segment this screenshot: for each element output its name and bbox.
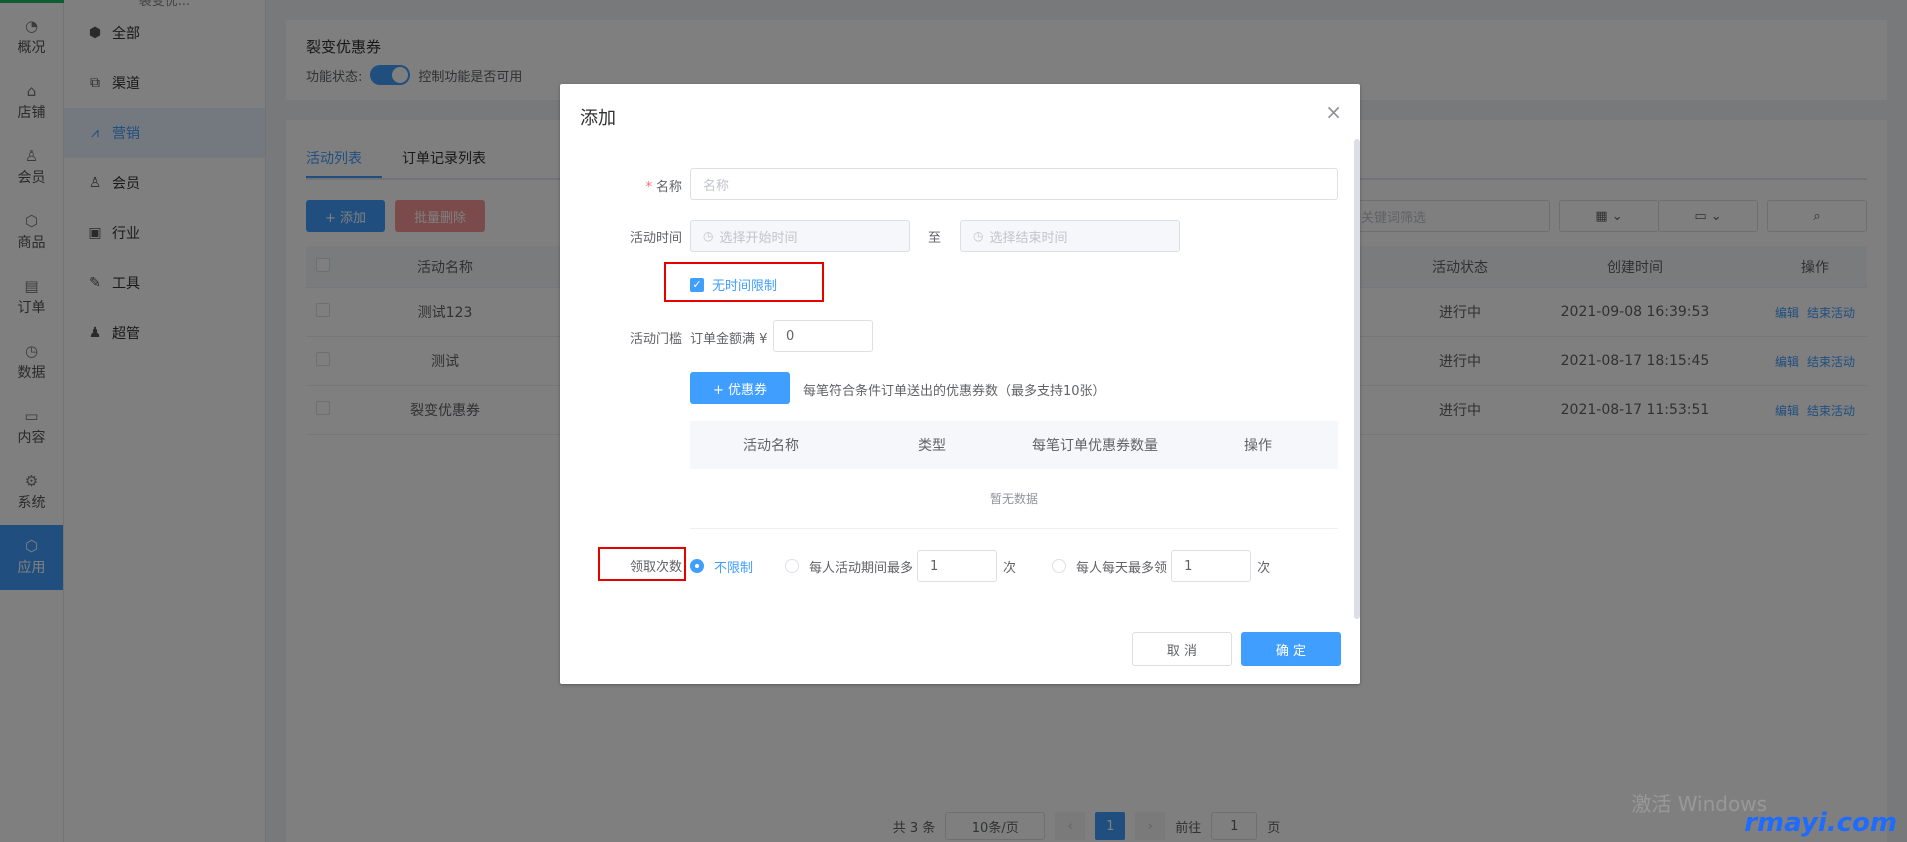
- radio-unlimited[interactable]: [690, 559, 704, 573]
- to-label: 至: [928, 231, 942, 246]
- coupon-table: 活动名称 类型 每笔订单优惠券数量 操作 暂无数据: [690, 421, 1338, 529]
- coupon-table-header: 活动名称 类型 每笔订单优惠券数量 操作: [690, 421, 1338, 469]
- clock-icon: ◷: [703, 229, 714, 243]
- confirm-button[interactable]: 确 定: [1241, 632, 1341, 666]
- dialog-scrollbar[interactable]: [1354, 139, 1360, 619]
- limit-radio-group: 不限制 每人活动期间最多 1 次 每人每天最多领 1 次: [690, 550, 1270, 582]
- add-dialog: 添加 × * 名称 名称 活动时间 ◷ 选择开始时间 至 ◷ 选择结束时间 ✓ 无时间…: [560, 84, 1360, 684]
- radio-per-day-label: 每人每天最多领: [1076, 560, 1168, 576]
- radio-per-day[interactable]: [1052, 559, 1067, 573]
- end-time-input[interactable]: ◷ 选择结束时间: [960, 220, 1180, 252]
- coupon-table-empty: 暂无数据: [690, 469, 1338, 529]
- name-label: * 名称: [645, 180, 682, 195]
- per-day-unit: 次: [1257, 560, 1271, 576]
- time-label: 活动时间: [629, 231, 682, 246]
- clock-icon: ◷: [973, 229, 984, 243]
- dialog-title: 添加: [580, 108, 616, 129]
- per-activity-input[interactable]: 1: [917, 550, 998, 582]
- checkmark-icon: ✓: [690, 277, 704, 292]
- threshold-input[interactable]: 0: [773, 320, 873, 352]
- threshold-label: 活动门槛: [629, 332, 682, 347]
- per-activity-unit: 次: [1003, 560, 1017, 576]
- name-input[interactable]: 名称: [690, 168, 1338, 200]
- cancel-button[interactable]: 取 消: [1132, 632, 1232, 666]
- radio-unlimited-label: 不限制: [714, 560, 754, 576]
- add-coupon-button[interactable]: + 优惠券: [690, 372, 790, 404]
- per-day-input[interactable]: 1: [1171, 550, 1252, 582]
- coupon-hint: 每笔符合条件订单送出的优惠券数（最多支持10张）: [803, 384, 1106, 399]
- radio-per-activity-label: 每人活动期间最多: [809, 560, 914, 576]
- no-time-limit-checkbox[interactable]: ✓ 无时间限制: [690, 275, 777, 294]
- start-time-input[interactable]: ◷ 选择开始时间: [690, 220, 910, 252]
- coupon-col-actions: 操作: [1244, 438, 1272, 454]
- coupon-col-type: 类型: [918, 438, 946, 454]
- limit-label: 领取次数: [629, 560, 682, 575]
- coupon-col-name: 活动名称: [743, 438, 799, 454]
- site-watermark: rmayi.com: [1744, 808, 1897, 838]
- close-icon[interactable]: ×: [1325, 100, 1342, 124]
- threshold-prefix: 订单金额满 ¥: [690, 332, 768, 347]
- radio-per-activity[interactable]: [785, 559, 800, 573]
- coupon-col-quantity: 每笔订单优惠券数量: [1032, 438, 1158, 454]
